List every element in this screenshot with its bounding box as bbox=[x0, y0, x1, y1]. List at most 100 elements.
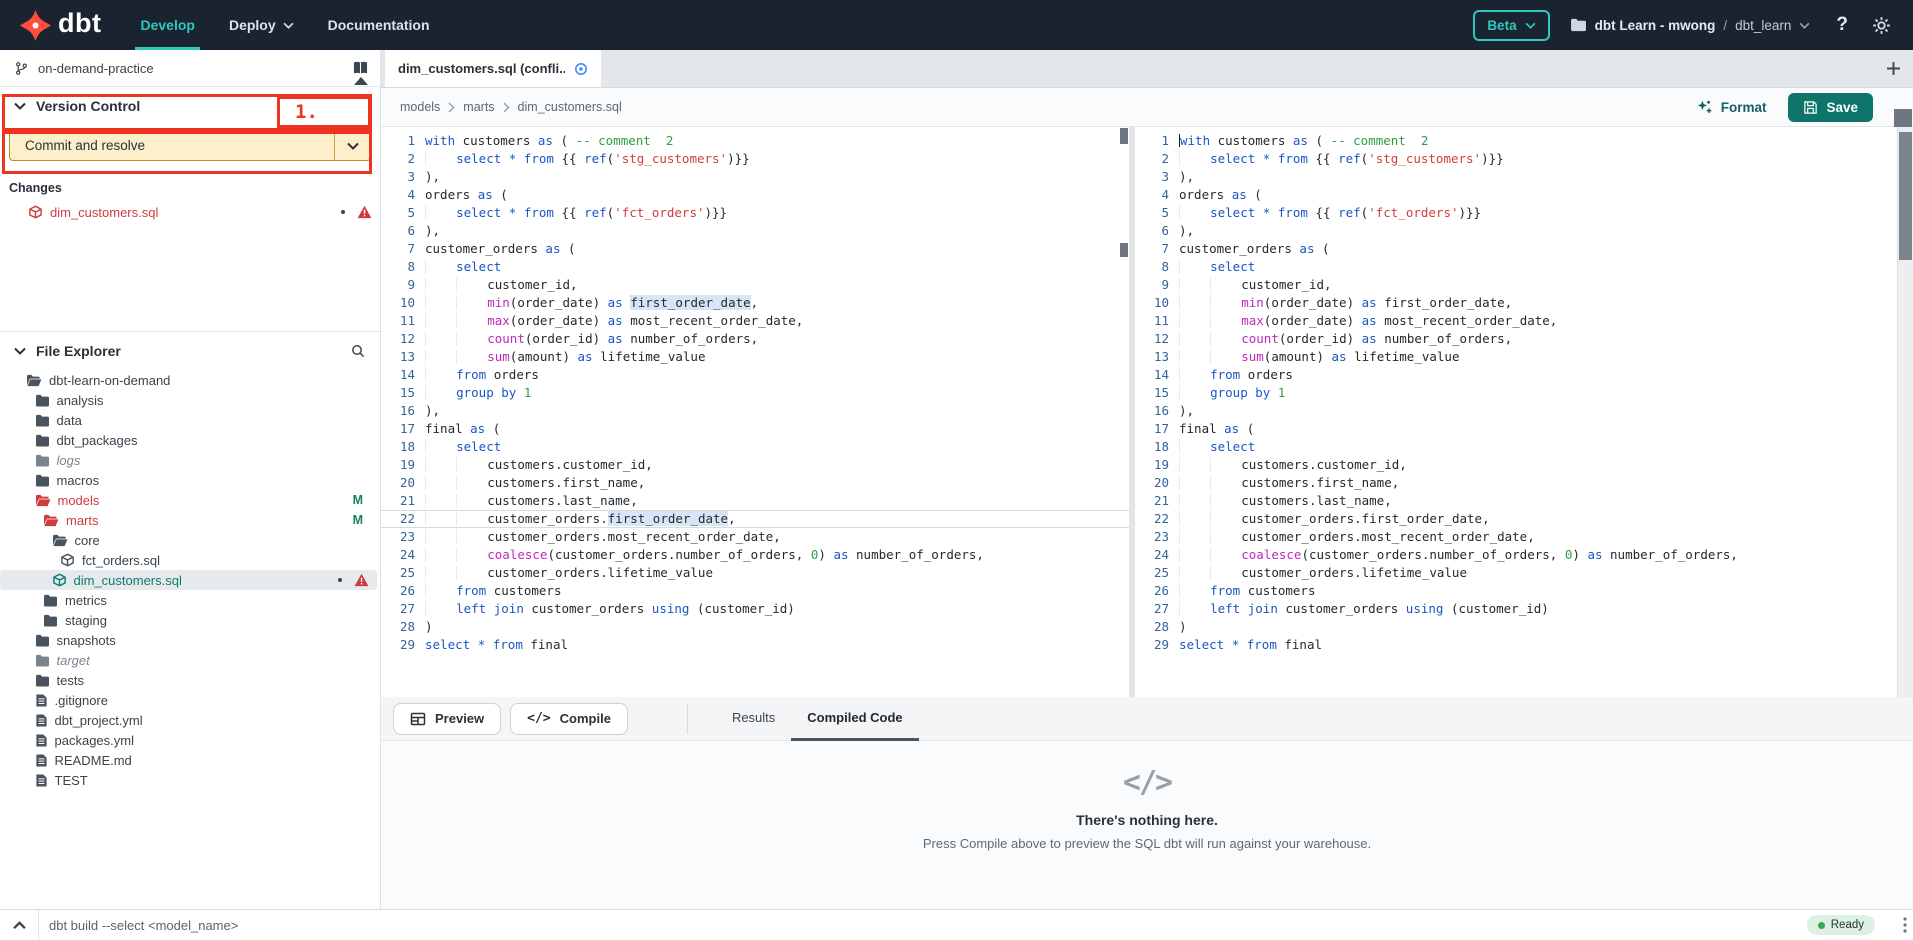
compile-button[interactable]: </> Compile bbox=[510, 703, 628, 735]
commit-and-resolve-button[interactable]: Commit and resolve bbox=[9, 130, 371, 161]
code-line[interactable]: 21 customers.last_name, bbox=[1135, 492, 1913, 510]
code-line[interactable]: 6), bbox=[1135, 222, 1913, 240]
tree-item-metrics[interactable]: metrics bbox=[0, 590, 377, 610]
expand-command-bar-button[interactable] bbox=[0, 921, 38, 930]
code-line[interactable]: 1with customers as ( -- comment 2 bbox=[381, 132, 1129, 150]
code-line[interactable]: 3), bbox=[1135, 168, 1913, 186]
code-line[interactable]: 2 select * from {{ ref('stg_customers')}… bbox=[1135, 150, 1913, 168]
code-line[interactable]: 4orders as ( bbox=[381, 186, 1129, 204]
version-control-header[interactable]: Version Control bbox=[0, 87, 380, 124]
changed-file-row[interactable]: dim_customers.sql bbox=[0, 201, 380, 223]
settings-button[interactable] bbox=[1872, 16, 1891, 35]
code-line[interactable]: 3), bbox=[381, 168, 1129, 186]
code-line[interactable]: 29select * from final bbox=[381, 636, 1129, 654]
code-line[interactable]: 28) bbox=[1135, 618, 1913, 636]
code-line[interactable]: 15 group by 1 bbox=[1135, 384, 1913, 402]
code-line[interactable]: 16), bbox=[1135, 402, 1913, 420]
tree-item-target[interactable]: target bbox=[0, 650, 377, 670]
code-line[interactable]: 24 coalesce(customer_orders.number_of_or… bbox=[381, 546, 1129, 564]
code-line[interactable]: 24 coalesce(customer_orders.number_of_or… bbox=[1135, 546, 1913, 564]
code-line[interactable]: 22 customer_orders.first_order_date, bbox=[381, 510, 1129, 528]
code-line[interactable]: 26 from customers bbox=[381, 582, 1129, 600]
code-line[interactable]: 12 count(order_id) as number_of_orders, bbox=[1135, 330, 1913, 348]
code-line[interactable]: 7customer_orders as ( bbox=[1135, 240, 1913, 258]
tree-item-snapshots[interactable]: snapshots bbox=[0, 630, 377, 650]
code-line[interactable]: 12 count(order_id) as number_of_orders, bbox=[381, 330, 1129, 348]
code-line[interactable]: 13 sum(amount) as lifetime_value bbox=[1135, 348, 1913, 366]
tree-item-readme-md[interactable]: README.md bbox=[0, 750, 377, 770]
tree-item-fct-orders-sql[interactable]: fct_orders.sql bbox=[0, 550, 377, 570]
scrollbar-marker[interactable] bbox=[1120, 128, 1128, 144]
code-line[interactable]: 5 select * from {{ ref('fct_orders')}} bbox=[1135, 204, 1913, 222]
code-line[interactable]: 20 customers.first_name, bbox=[381, 474, 1129, 492]
tree-item-models[interactable]: modelsM bbox=[0, 490, 377, 510]
tree-item-staging[interactable]: staging bbox=[0, 610, 377, 630]
breadcrumb-marts[interactable]: marts bbox=[463, 100, 494, 114]
code-line[interactable]: 22 customer_orders.first_order_date, bbox=[1135, 510, 1913, 528]
tree-item-marts[interactable]: martsM bbox=[0, 510, 377, 530]
code-line[interactable]: 27 left join customer_orders using (cust… bbox=[381, 600, 1129, 618]
file-explorer-header[interactable]: File Explorer bbox=[0, 331, 380, 370]
code-line[interactable]: 26 from customers bbox=[1135, 582, 1913, 600]
overflow-menu-button[interactable] bbox=[1903, 917, 1907, 933]
preview-button[interactable]: Preview bbox=[393, 703, 501, 735]
code-line[interactable]: 17final as ( bbox=[1135, 420, 1913, 438]
editor-pane-right[interactable]: 1with customers as ( -- comment 22 selec… bbox=[1135, 127, 1913, 697]
code-line[interactable]: 14 from orders bbox=[381, 366, 1129, 384]
code-line[interactable]: 5 select * from {{ ref('fct_orders')}} bbox=[381, 204, 1129, 222]
docs-book-button[interactable] bbox=[351, 60, 370, 77]
tree-item--gitignore[interactable]: .gitignore bbox=[0, 690, 377, 710]
code-line[interactable]: 15 group by 1 bbox=[381, 384, 1129, 402]
search-icon[interactable] bbox=[350, 343, 366, 359]
scrollbar-thumb[interactable] bbox=[1899, 132, 1912, 260]
tree-item-dbt-packages[interactable]: dbt_packages bbox=[0, 430, 377, 450]
code-line[interactable]: 19 customers.customer_id, bbox=[381, 456, 1129, 474]
tree-item-tests[interactable]: tests bbox=[0, 670, 377, 690]
code-line[interactable]: 1with customers as ( -- comment 2 bbox=[1135, 132, 1913, 150]
code-line[interactable]: 28) bbox=[381, 618, 1129, 636]
code-line[interactable]: 10 min(order_date) as first_order_date, bbox=[381, 294, 1129, 312]
tree-item-macros[interactable]: macros bbox=[0, 470, 377, 490]
code-line[interactable]: 17final as ( bbox=[381, 420, 1129, 438]
code-line[interactable]: 29select * from final bbox=[1135, 636, 1913, 654]
command-input[interactable]: dbt build --select <model_name> bbox=[49, 918, 1807, 933]
new-tab-button[interactable] bbox=[1886, 50, 1901, 87]
code-line[interactable]: 13 sum(amount) as lifetime_value bbox=[381, 348, 1129, 366]
branch-row[interactable]: on-demand-practice bbox=[0, 50, 380, 87]
code-line[interactable]: 8 select bbox=[1135, 258, 1913, 276]
code-line[interactable]: 23 customer_orders.most_recent_order_dat… bbox=[381, 528, 1129, 546]
code-line[interactable]: 25 customer_orders.lifetime_value bbox=[381, 564, 1129, 582]
nav-deploy[interactable]: Deploy bbox=[212, 0, 311, 50]
code-line[interactable]: 18 select bbox=[381, 438, 1129, 456]
nav-develop[interactable]: Develop bbox=[123, 0, 211, 50]
editor-pane-left[interactable]: 1with customers as ( -- comment 22 selec… bbox=[381, 127, 1129, 697]
tree-item-core[interactable]: core bbox=[0, 530, 377, 550]
project-selector[interactable]: dbt Learn - mwong / dbt_learn bbox=[1570, 18, 1811, 33]
code-line[interactable]: 20 customers.first_name, bbox=[1135, 474, 1913, 492]
code-line[interactable]: 10 min(order_date) as first_order_date, bbox=[1135, 294, 1913, 312]
code-line[interactable]: 25 customer_orders.lifetime_value bbox=[1135, 564, 1913, 582]
code-line[interactable]: 14 from orders bbox=[1135, 366, 1913, 384]
code-line[interactable]: 7customer_orders as ( bbox=[381, 240, 1129, 258]
dbt-logo[interactable]: dbt bbox=[0, 10, 123, 41]
code-line[interactable]: 16), bbox=[381, 402, 1129, 420]
code-line[interactable]: 18 select bbox=[1135, 438, 1913, 456]
code-line[interactable]: 23 customer_orders.most_recent_order_dat… bbox=[1135, 528, 1913, 546]
tab-compiled-code[interactable]: Compiled Code bbox=[791, 697, 918, 741]
code-line[interactable]: 21 customers.last_name, bbox=[381, 492, 1129, 510]
tree-item-dim-customers-sql[interactable]: dim_customers.sql bbox=[0, 570, 377, 590]
format-button[interactable]: Format bbox=[1696, 99, 1767, 116]
commit-dropdown-button[interactable] bbox=[334, 131, 370, 160]
code-line[interactable]: 4orders as ( bbox=[1135, 186, 1913, 204]
help-button[interactable]: ? bbox=[1836, 14, 1848, 36]
tab-results[interactable]: Results bbox=[716, 697, 791, 741]
tree-item-dbt-project-yml[interactable]: dbt_project.yml bbox=[0, 710, 377, 730]
code-line[interactable]: 11 max(order_date) as most_recent_order_… bbox=[381, 312, 1129, 330]
tree-item-dbt-learn-on-demand[interactable]: dbt-learn-on-demand bbox=[0, 370, 377, 390]
tree-item-test[interactable]: TEST bbox=[0, 770, 377, 790]
code-line[interactable]: 27 left join customer_orders using (cust… bbox=[1135, 600, 1913, 618]
tree-item-logs[interactable]: logs bbox=[0, 450, 377, 470]
tab-dim-customers[interactable]: dim_customers.sql (confli... bbox=[385, 50, 601, 87]
code-line[interactable]: 9 customer_id, bbox=[1135, 276, 1913, 294]
nav-documentation[interactable]: Documentation bbox=[311, 0, 447, 50]
